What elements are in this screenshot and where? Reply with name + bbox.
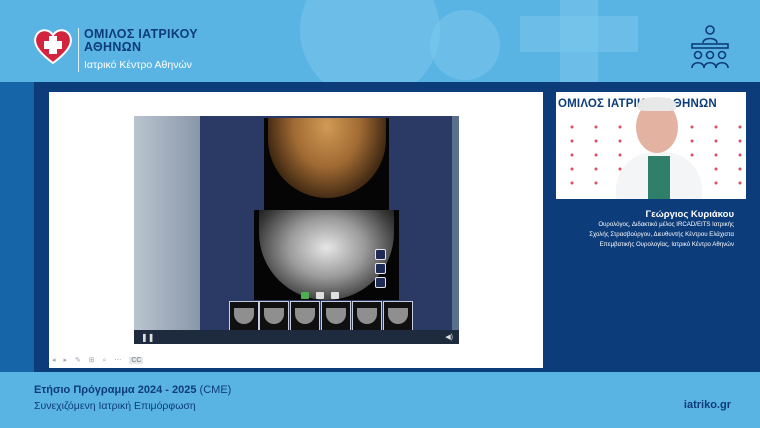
brand-title: ΟΜΙΛΟΣ ΙΑΤΡΙΚΟΥ ΑΘΗΝΩΝ [84, 27, 198, 54]
monitor-control-icon [375, 277, 386, 288]
monitor-mode-icon [301, 292, 309, 299]
ultrasound-fan-image [259, 210, 394, 300]
speaker-shirt [648, 156, 670, 199]
ultrasound-top-view [264, 118, 389, 210]
website-link[interactable]: iatriko.gr [684, 399, 731, 411]
monitor-control-icon [375, 263, 386, 274]
speaker-bio-line: Σχολής Στρασβούργου, Διευθυντής Κέντρου … [589, 231, 734, 238]
video-background-wall [134, 116, 200, 344]
speaker-bio-line: Επεμβατικής Ουρολογίας, Ιατρικό Κέντρο Α… [599, 241, 734, 248]
logo-divider [78, 28, 79, 72]
speaker-name: Γεώργιος Κυριάκου [645, 209, 735, 220]
program-name: Ετήσιο Πρόγραμμα 2024 - 2025 [34, 384, 197, 396]
decorative-circle [300, 0, 440, 82]
program-tag: (CME) [199, 384, 232, 396]
program-subtitle: Συνεχιζόμενη Ιατρική Επιμόρφωση [34, 400, 196, 412]
captions-button[interactable]: CC [129, 357, 144, 364]
decorative-cross [520, 16, 638, 52]
program-title: Ετήσιο Πρόγραμμα 2024 - 2025 (CME) [34, 384, 231, 396]
volume-icon[interactable]: ◀) [445, 333, 453, 341]
brand-subtitle: Ιατρικό Κέντρο Αθηνών [84, 59, 192, 71]
decorative-circle [430, 10, 500, 80]
speaker-bio: Ουρολόγος, Διδακτικό μέλος IRCAD/EITS Ια… [545, 220, 734, 250]
slide-controls[interactable]: ◂ ▸ ✎ ⊞ ⌕ ⋯ CC [52, 356, 144, 368]
monitor-mode-icon [331, 292, 339, 299]
monitor-mode-icon [316, 292, 324, 299]
video-control-bar: ❚❚ ◀) [134, 330, 459, 344]
monitor-control-icon [375, 249, 386, 260]
speaker-hair [638, 97, 676, 111]
slide-nav-icons[interactable]: ◂ ▸ ✎ ⊞ ⌕ ⋯ [52, 357, 124, 364]
audience-lecture-icon [691, 25, 729, 69]
heart-cross-logo-icon [34, 29, 72, 65]
pause-icon[interactable]: ❚❚ [141, 333, 154, 342]
ultrasound-fan-image [268, 118, 386, 198]
speaker-bio-line: Ουρολόγος, Διδακτικό μέλος IRCAD/EITS Ια… [598, 221, 734, 228]
